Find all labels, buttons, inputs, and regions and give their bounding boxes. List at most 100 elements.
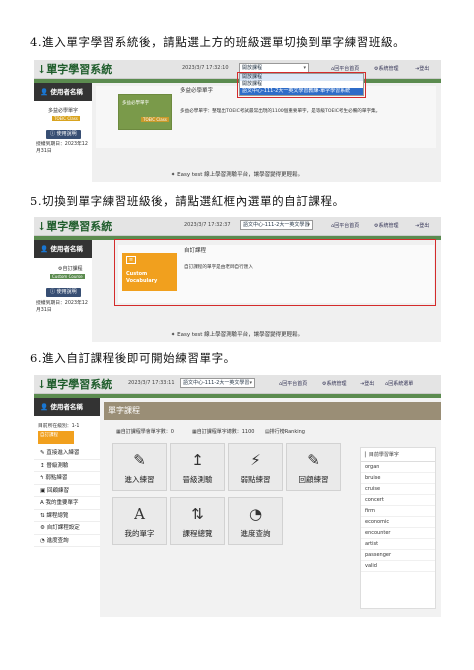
step5-screenshot: ↓單字學習系統 2023/3/7 17:32:37 語文中心-111-2大一英文…	[34, 217, 441, 342]
highlight-box	[114, 239, 436, 306]
clock-icon: ◔	[40, 537, 45, 544]
word-item: cruise	[361, 484, 435, 495]
banner-title: 單字課程	[108, 406, 140, 415]
edit-icon: ✎	[307, 451, 320, 469]
stat-learned: ▦自訂課程學會單字數：0	[116, 429, 174, 435]
datetime: 2023/3/7 17:32:10	[182, 65, 229, 71]
easytest-icon: ✦	[170, 332, 176, 338]
menu-item-progress[interactable]: ◔ 進度查詢	[34, 534, 100, 547]
step5-footer: ✦ Easy test 線上學習測驗平台，讓學習變得更輕鬆。	[170, 332, 304, 338]
step5-instruction: 5.切換到單字練習班級後，請點選紅框內選單的自訂課程。	[30, 194, 345, 208]
clock-icon: ◔	[248, 505, 263, 523]
course-logo-text: 多益必學單字	[48, 108, 79, 114]
sidebar: 👤 使用者名稱 多益必學單字 TOEIC Class ⓘ 使用說明 授權到期日：…	[34, 83, 92, 182]
user-icon: 👤	[40, 88, 49, 96]
home-link[interactable]: ⌂回平台首頁	[279, 380, 307, 387]
sidebar-user: 👤 使用者名稱	[34, 83, 92, 101]
class-select[interactable]: 語文中心-111-2大一英文學習 ▾	[180, 378, 255, 388]
tile-weak[interactable]: ⚡ 弱點練習	[228, 443, 283, 491]
help-button[interactable]: ⓘ 使用說明	[46, 130, 81, 139]
tile-practice[interactable]: ✎ 進入練習	[112, 443, 167, 491]
menu-item-weak[interactable]: ϟ 弱點練習	[34, 472, 100, 485]
datetime: 2023/3/7 17:32:37	[184, 222, 231, 228]
app-header: ↓單字學習系統 2023/3/7 17:33:11 語文中心-111-2大一英文…	[34, 375, 441, 394]
sidebar-user: 👤 使用者名稱	[34, 240, 92, 258]
word-item: bruise	[361, 473, 435, 484]
app-title: ↓單字學習系統	[37, 220, 113, 233]
letter-a-icon: A	[40, 500, 44, 506]
course-image[interactable]: 多益必學單字 TOEIC Class	[118, 94, 172, 130]
app-title: ↓單字學習系統	[37, 378, 113, 391]
admin-link[interactable]: ⚙系統管理	[374, 65, 399, 72]
highlight-box	[237, 72, 366, 98]
tile-my-words[interactable]: A 我的單字	[112, 497, 167, 545]
sort-icon: ⇅	[40, 512, 45, 519]
logout-link[interactable]: ⇥登出	[415, 65, 429, 72]
tile-review[interactable]: ✎ 回顧練習	[286, 443, 341, 491]
edit-icon: ▣	[40, 487, 46, 494]
custom-course-badge: 自訂課程	[38, 431, 74, 444]
step6-instruction: 6.進入自訂課程後即可開始練習單字。	[30, 351, 236, 365]
sidebar: 👤 使用者名稱 ⚙自訂課程 Custom Course ⓘ 使用說明 授權到期日…	[34, 240, 92, 342]
gear-icon: ⚙	[40, 525, 45, 531]
level-text: 目前所在級別：1-1	[38, 424, 80, 429]
info-icon: ⓘ	[50, 131, 56, 137]
custom-course-label: ⚙自訂課程	[58, 266, 83, 272]
step6-screenshot: ↓單字學習系統 2023/3/7 17:33:11 語文中心-111-2大一英文…	[34, 375, 441, 617]
course-banner: 單字課程	[104, 402, 441, 420]
tree-icon: ↓	[37, 220, 47, 233]
bolt-icon: ⚡	[250, 451, 261, 469]
back-link[interactable]: ⌂回系統選單	[385, 380, 413, 387]
step4-instruction: 4.進入單字學習系統後，請點選上方的班級選單切換到單字練習班級。	[30, 35, 406, 49]
menu-item-overview[interactable]: ⇅ 課程總覽	[34, 509, 100, 522]
menu-item-level-test[interactable]: ↥ 晉級測驗	[34, 459, 100, 472]
tree-icon: ↓	[37, 63, 47, 76]
auth-date: 授權到期日：2023年12月31日	[36, 142, 88, 154]
course-logo-chip: TOEIC Class	[52, 116, 80, 121]
pencil-icon: ✎	[133, 451, 146, 469]
course-desc: 多益必學單字：整理出TOEIC考試最常出現的1100個重要單字，是等級TOEIC…	[180, 109, 381, 114]
tile-overview[interactable]: ⇅ 課程總覽	[170, 497, 225, 545]
class-select[interactable]: 語文中心-111-2大一英文學習 ▾	[240, 220, 313, 230]
stat-total: ▦自訂課程單字總數：1100	[192, 429, 255, 435]
menu-item-my-words[interactable]: A 我的重要單字	[34, 497, 100, 510]
home-link[interactable]: ⌂回平台首頁	[331, 65, 359, 72]
arrow-up-icon: ↥	[191, 451, 204, 469]
bolt-icon: ϟ	[40, 475, 44, 481]
word-item: artist	[361, 539, 435, 550]
home-link[interactable]: ⌂回平台首頁	[331, 222, 359, 229]
help-button[interactable]: ⓘ 使用說明	[46, 288, 81, 297]
ranking-link[interactable]: ▤排行榜Ranking	[265, 429, 305, 436]
logout-link[interactable]: ⇥登出	[360, 380, 374, 387]
easytest-icon: ✦	[170, 172, 176, 178]
tile-progress[interactable]: ◔ 進度查詢	[228, 497, 283, 545]
logout-link[interactable]: ⇥登出	[415, 222, 429, 229]
word-item: economic	[361, 517, 435, 528]
admin-link[interactable]: ⚙系統管理	[322, 380, 347, 387]
chevron-down-icon: ▾	[249, 380, 252, 386]
admin-link[interactable]: ⚙系統管理	[374, 222, 399, 229]
word-item: firm	[361, 506, 435, 517]
course-image-title: 多益必學單字	[122, 101, 149, 106]
course-title: 多益必學單字	[180, 88, 214, 94]
auth-date: 授權到期日：2023年12月31日	[36, 301, 88, 313]
sidebar: 👤 使用者名稱 目前所在級別：1-1 自訂課程 ✎ 直接進入練習 ↥ 晉級測驗 …	[34, 398, 100, 617]
app-header: ↓單字學習系統 2023/3/7 17:32:37 語文中心-111-2大一英文…	[34, 217, 441, 236]
word-item: passenger	[361, 550, 435, 561]
tile-level-test[interactable]: ↥ 晉級測驗	[170, 443, 225, 491]
user-icon: 👤	[40, 245, 49, 253]
sidebar-user: 👤 使用者名稱	[34, 398, 100, 416]
menu-item-practice[interactable]: ✎ 直接進入練習	[34, 447, 100, 460]
course-image-sub: TOEIC Class	[141, 117, 169, 122]
datetime: 2023/3/7 17:33:11	[128, 380, 175, 386]
tree-icon: ↓	[37, 378, 47, 391]
menu-item-settings[interactable]: ⚙ 自訂課程設定	[34, 522, 100, 535]
step4-footer: ✦ Easy test 線上學習測驗平台，讓學習變得更輕鬆。	[170, 172, 304, 178]
word-item: valid	[361, 561, 435, 572]
menu-item-review[interactable]: ▣ 回顧練習	[34, 484, 100, 497]
letter-a-icon: A	[134, 505, 145, 523]
arrow-up-icon: ↥	[40, 462, 45, 469]
user-icon: 👤	[40, 403, 49, 411]
custom-course-chip: Custom Course	[50, 274, 85, 279]
word-item: encounter	[361, 528, 435, 539]
